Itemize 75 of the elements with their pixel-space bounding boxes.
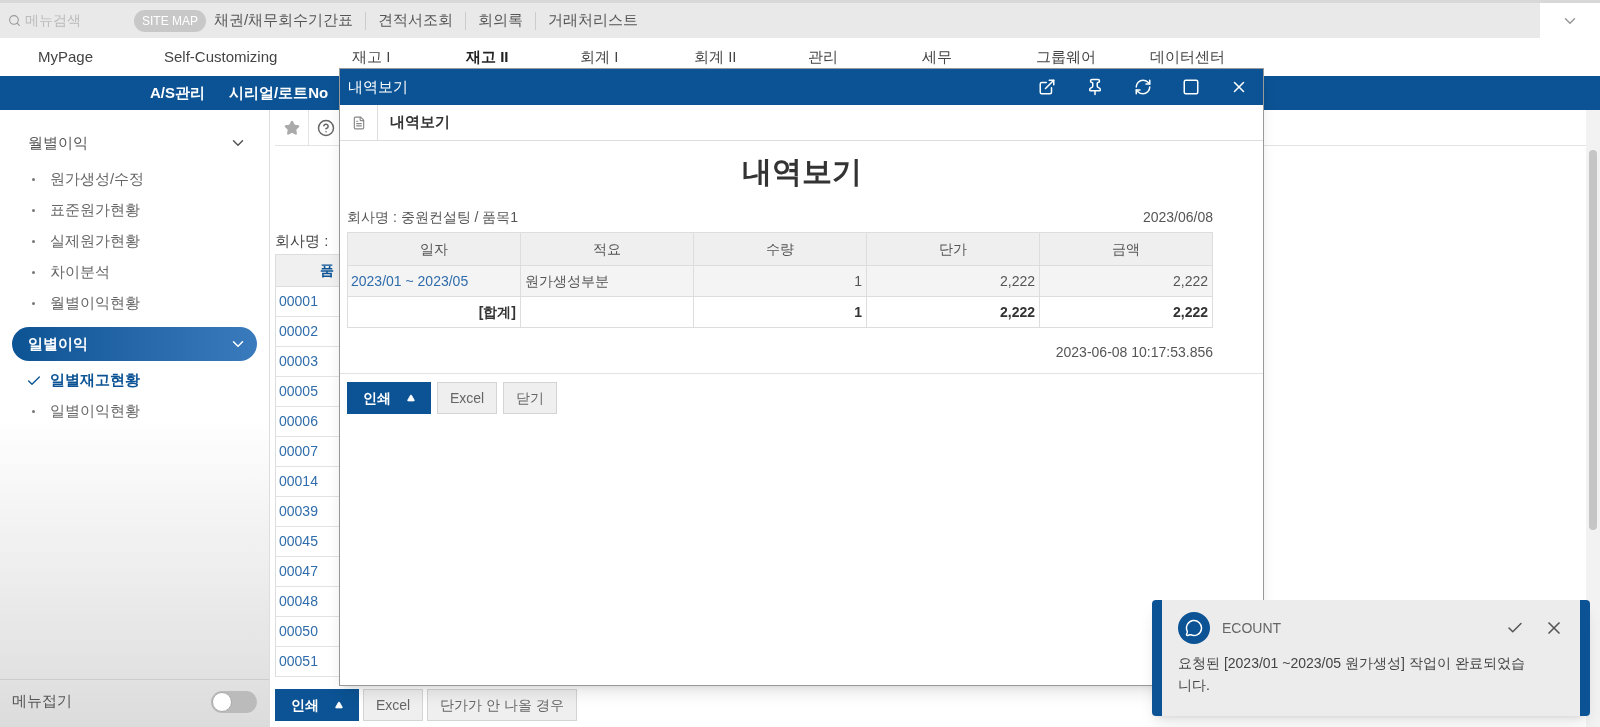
pin-icon[interactable] — [1086, 78, 1104, 96]
chat-icon — [1185, 619, 1203, 637]
company-label: 회사명 : — [275, 231, 329, 251]
bullet-icon — [32, 240, 35, 243]
column-header: 적요 — [520, 232, 694, 266]
column-header: 단가 — [866, 232, 1040, 266]
menu-tab[interactable]: 그룹웨어 — [1032, 46, 1146, 69]
menu-tab[interactable]: 재고 II — [462, 46, 576, 69]
print-button[interactable]: 인쇄 — [275, 689, 359, 721]
action-button[interactable]: 닫기 — [503, 382, 558, 414]
menu-item[interactable]: 표준원가현황 — [12, 195, 257, 226]
table-cell: 2,222 — [1039, 265, 1213, 297]
menu-item[interactable]: 원가생성/수정 — [12, 164, 257, 195]
dialog-tab[interactable]: 내역보기 — [390, 111, 450, 134]
group-label: 일별이익 — [28, 333, 88, 354]
bullet-icon — [32, 302, 35, 305]
report-date: 2023/06/08 — [1142, 208, 1213, 227]
menu-tab[interactable]: 관리 — [804, 46, 918, 69]
bullet-icon — [32, 410, 35, 413]
company-info: 회사명 : 중원컨설팅 / 품목1 — [347, 208, 519, 227]
menu-item[interactable]: 차이분석 — [12, 257, 257, 288]
quick-link[interactable]: 채권/채무회수기간표 — [214, 9, 354, 32]
quick-link[interactable]: 견적서조회 — [378, 9, 454, 32]
quick-link[interactable]: 거래처리스트 — [548, 9, 639, 32]
menu-item[interactable]: 일별재고현황 — [12, 365, 257, 396]
maximize-icon[interactable] — [1182, 78, 1200, 96]
menu-item[interactable]: 실제원가현황 — [12, 226, 257, 257]
total-cell: 1 — [693, 296, 867, 328]
menu-tab[interactable]: 데이터센터 — [1146, 46, 1260, 69]
bullet-icon — [32, 209, 35, 212]
refresh-icon[interactable] — [1134, 78, 1152, 96]
toast-message: 요청된 [2023/01 ~2023/05 원가생성] 작업이 완료되었습니다. — [1178, 654, 1526, 695]
caret-icon — [335, 701, 343, 709]
star-icon[interactable] — [283, 119, 300, 136]
menu-group[interactable]: 일별이익 — [12, 327, 257, 361]
menu-tab[interactable]: 재고 I — [348, 46, 462, 69]
column-header: 수량 — [693, 232, 867, 266]
document-icon — [351, 115, 366, 130]
submenu-link[interactable]: 시리얼/로트No — [229, 81, 329, 105]
external-link-icon[interactable] — [1038, 78, 1056, 96]
search-icon — [8, 14, 21, 27]
column-header: 금액 — [1039, 232, 1213, 266]
dialog-title: 내역보기 — [348, 76, 408, 97]
menu-tab[interactable]: Self-Customizing — [164, 46, 348, 69]
menu-tab[interactable]: MyPage — [38, 46, 164, 69]
quick-link[interactable]: 회의록 — [478, 9, 524, 32]
menu-item[interactable]: 일별이익현황 — [12, 396, 257, 427]
menu-tab[interactable]: 회계 II — [690, 46, 804, 69]
menu-item[interactable]: 월별이익현황 — [12, 288, 257, 319]
group-label: 월별이익 — [28, 132, 88, 153]
collapse-label: 메뉴접기 — [12, 691, 72, 712]
table-cell: 2,222 — [866, 265, 1040, 297]
action-button[interactable]: Excel — [363, 689, 424, 721]
total-label: [합계] — [347, 296, 521, 328]
scrollbar-thumb[interactable] — [1589, 150, 1597, 530]
table-cell: 1 — [693, 265, 867, 297]
table-cell: 원가생성부분 — [520, 265, 694, 297]
help-icon[interactable] — [317, 118, 335, 137]
bullet-icon — [32, 271, 35, 274]
total-cell: 2,222 — [866, 296, 1040, 328]
toggle-switch[interactable] — [211, 690, 257, 713]
timestamp: 2023-06-08 10:17:53.856 — [1054, 343, 1213, 362]
column-header: 일자 — [347, 232, 521, 266]
menu-group[interactable]: 월별이익 — [12, 126, 257, 160]
caret-icon — [407, 394, 415, 402]
print-button[interactable]: 인쇄 — [347, 382, 431, 414]
report-title: 내역보기 — [740, 154, 863, 190]
action-button[interactable]: 단가가 안 나올 경우 — [427, 689, 577, 721]
menu-tab[interactable]: 세무 — [918, 46, 1032, 69]
toast-title: ECOUNT — [1222, 618, 1282, 638]
total-cell: 2,222 — [1039, 296, 1213, 328]
action-button[interactable]: Excel — [437, 382, 498, 414]
bullet-icon — [32, 178, 35, 181]
submenu-link[interactable]: A/S관리 — [150, 81, 205, 105]
menu-tab[interactable]: 회계 I — [576, 46, 690, 69]
